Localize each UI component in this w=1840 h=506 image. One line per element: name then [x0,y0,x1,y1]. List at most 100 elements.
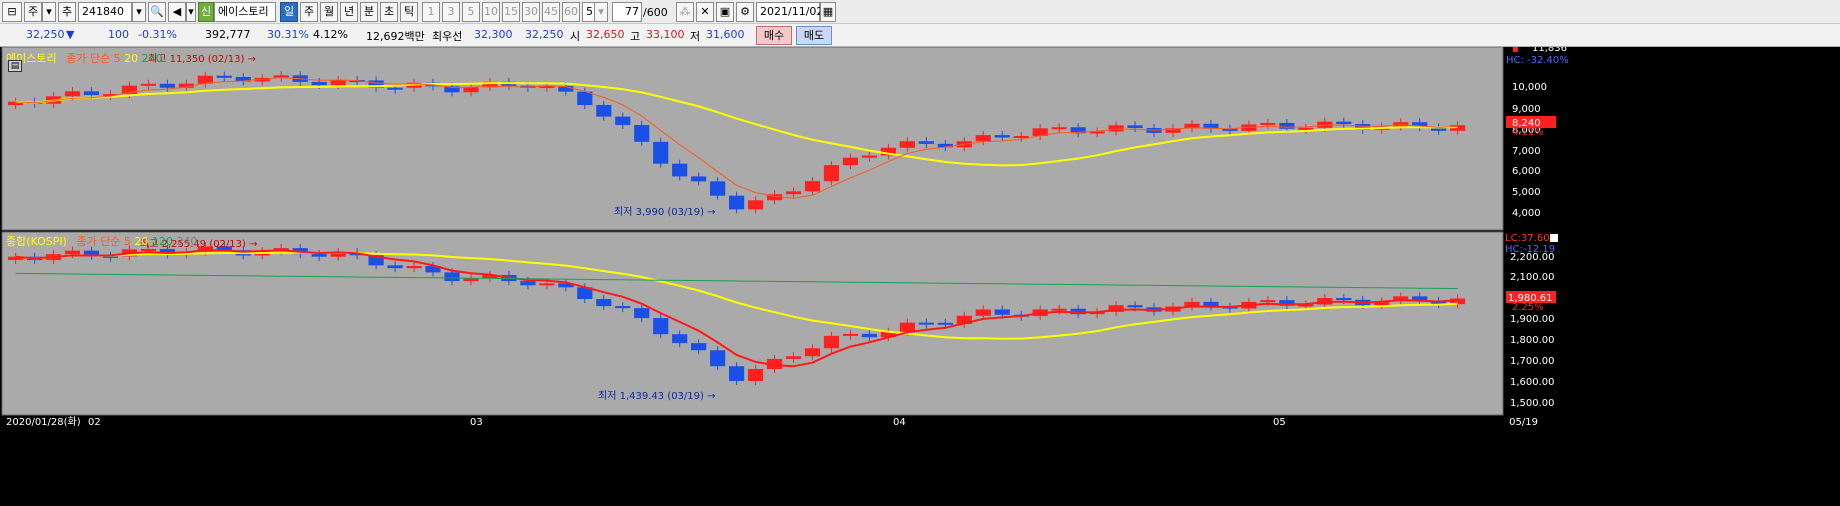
volume-ratio: 30.31% [267,28,309,41]
candle [653,141,669,164]
date-input[interactable]: 2021/11/02 [756,2,823,22]
candle [861,333,878,338]
candle [975,135,991,142]
candle [1127,305,1143,308]
pane2-y-tick: 1,600.00 [1510,377,1555,388]
candle [861,155,878,158]
calendar-icon[interactable]: ▦ [820,2,836,22]
candle [823,335,840,349]
interval-15[interactable]: 15 [502,2,520,22]
link-icon[interactable]: ⁂ [676,2,694,22]
candle [691,343,707,351]
candle [1336,297,1352,300]
tools-icon[interactable]: ✕ [696,2,714,22]
candle [387,265,403,269]
pane2-legend-ma20: 20 [134,235,149,248]
candle [899,322,915,332]
tab-month[interactable]: 월 [320,2,338,22]
chevron-down-icon[interactable]: ▾ [186,2,196,22]
chevron-down-icon[interactable]: ▾ [132,2,146,22]
candle [823,165,840,182]
low-label: 저 [690,30,701,43]
pane2-legend-ma5: 종가 단순 5 [76,235,131,248]
low-value: 31,600 [706,28,745,41]
pane1-high-annotation: 최고 11,350 (02/13) → [148,53,256,65]
candle [691,176,707,182]
candle [311,81,327,86]
down-arrow-icon: ▼ [66,28,75,41]
candle [918,141,934,144]
chart-area[interactable]: 최고 11,350 (02/13) → 최저 3,990 (03/19) → 최고 … [0,43,1840,506]
add-button[interactable]: 추 [58,2,76,22]
best-ask: 32,300 [474,28,513,41]
x-axis-start-label: 2020/01/28(화) [6,416,81,428]
candle [918,322,934,325]
trade-value: 12,692백만 [366,30,425,43]
interval-30[interactable]: 30 [522,2,540,22]
candle [1051,308,1067,311]
buy-button[interactable]: 매수 [756,26,792,45]
candle [1108,125,1124,132]
new-badge: 신 [198,2,214,22]
candle [1260,122,1276,125]
stock-name-field: 에이스토리 [214,2,276,22]
period-type-select[interactable]: 주 [24,2,42,22]
chevron-down-icon[interactable]: ▾ [594,2,608,22]
tab-day[interactable]: 일 [280,2,298,22]
candle [1051,127,1067,130]
pane1-axis-top: 11,836 [1532,47,1567,54]
price-change: 100 [108,28,129,41]
open-label: 시 [570,30,581,43]
candle [596,299,612,307]
candle [64,250,81,255]
pane1-hc-label: HC: -32.40% [1506,55,1569,66]
pane1-low-annotation: 최저 3,990 (03/19) → [614,206,716,218]
candle [216,75,232,78]
interval-45[interactable]: 45 [542,2,560,22]
candle [387,87,403,90]
candle [785,191,802,195]
interval-60[interactable]: 60 [562,2,580,22]
tab-year[interactable]: 년 [340,2,358,22]
chart-canvas[interactable]: 최고 11,350 (02/13) →최저 3,990 (03/19) →최고 … [0,43,1840,506]
candle [634,125,650,142]
candle [672,334,688,344]
candle [596,105,612,117]
candle [615,306,631,309]
search-icon[interactable]: 🔍 [148,2,166,22]
candle [444,272,460,282]
count-input[interactable]: 77 [612,2,642,22]
speaker-icon[interactable]: ◀ [168,2,186,22]
chevron-down-icon[interactable]: ▾ [42,2,56,22]
pane1-legend-ma5: 종가 단순 5 [66,52,121,65]
stock-code-input[interactable]: 241840 [78,2,132,22]
candle [672,163,688,177]
save-icon[interactable]: ▣ [716,2,734,22]
x-axis-month-label: 02 [88,417,101,428]
interval-3[interactable]: 3 [442,2,460,22]
candle [710,181,726,196]
tab-minute[interactable]: 분 [360,2,378,22]
window-icon[interactable]: ⊟ [2,2,22,22]
tab-week[interactable]: 주 [300,2,318,22]
pane1-y-tick: 6,000 [1512,166,1541,177]
pane-menu-icon[interactable]: ▤ [8,60,22,72]
candle [140,83,156,86]
pane2-y-tick: 1,900.00 [1510,314,1555,325]
candle [747,200,764,210]
x-axis-month-label: 04 [893,417,906,428]
pane2-y-tick: 2,100.00 [1510,272,1555,283]
candle [615,116,631,126]
sell-button[interactable]: 매도 [796,26,832,45]
candle [729,366,745,382]
candle [406,266,422,269]
interval-10[interactable]: 10 [482,2,500,22]
volume: 392,777 [205,28,251,41]
tab-tick[interactable]: 틱 [400,2,418,22]
tab-second[interactable]: 초 [380,2,398,22]
gear-icon[interactable]: ⚙ [736,2,754,22]
interval-1[interactable]: 1 [422,2,440,22]
turnover: 4.12% [313,28,348,41]
interval-5[interactable]: 5 [462,2,480,22]
open-value: 32,650 [586,28,625,41]
